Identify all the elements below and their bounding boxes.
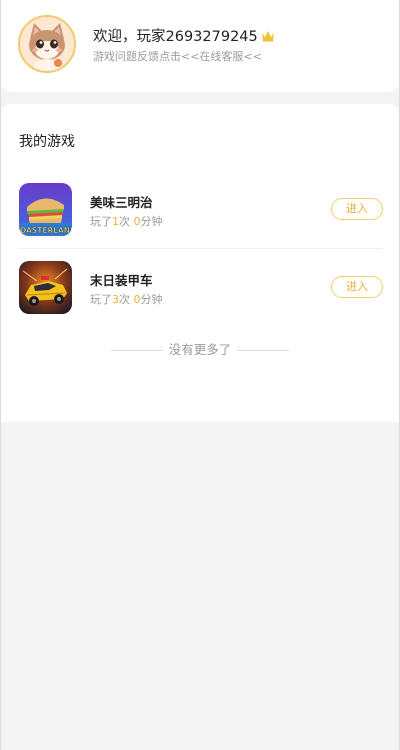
game-stats: 玩了1次 0分钟: [90, 213, 163, 229]
minutes-unit: 分钟: [140, 215, 163, 228]
page: 欢迎，玩家2693279245 游戏问题反馈点击<<在线客服<< 我的游戏 OA…: [0, 0, 400, 750]
count-unit: 次: [119, 293, 130, 306]
crown-icon: [261, 30, 274, 42]
sandwich-game-icon[interactable]: TOASTERLAND: [19, 183, 72, 236]
welcome-text: 欢迎，玩家2693279245: [93, 29, 258, 45]
enter-button[interactable]: 进入: [331, 198, 383, 220]
section-title: 我的游戏: [19, 134, 75, 150]
feedback-link[interactable]: 游戏问题反馈点击<<在线客服<<: [93, 48, 262, 64]
play-count: 1: [112, 215, 119, 228]
game-name: 末日装甲车: [90, 273, 153, 288]
my-games-card: 我的游戏 OASTERLAN 美味三明治 玩了1次 0分钟 进入 末日装甲车 玩…: [1, 104, 399, 422]
no-more-indicator: 没有更多了: [1, 339, 399, 358]
play-count: 3: [112, 293, 119, 306]
stats-prefix: 玩了: [90, 215, 112, 228]
play-minutes: 0: [133, 293, 141, 306]
game-row[interactable]: 末日装甲车 玩了3次 0分钟 进入: [1, 248, 399, 326]
stats-prefix: 玩了: [90, 293, 112, 306]
no-more-text: 没有更多了: [168, 342, 232, 357]
divider-line-right: [237, 350, 290, 351]
welcome-message: 欢迎，玩家2693279245: [93, 25, 275, 46]
game-stats: 玩了3次 0分钟: [90, 291, 163, 307]
enter-button[interactable]: 进入: [331, 276, 383, 298]
race-car-game-icon[interactable]: [19, 261, 72, 314]
user-header: 欢迎，玩家2693279245 游戏问题反馈点击<<在线客服<<: [1, 0, 399, 92]
play-minutes: 0: [133, 215, 141, 228]
game-row[interactable]: TOASTERLAND 美味三明治 玩了1次 0分钟 进入: [1, 170, 399, 248]
count-unit: 次: [119, 215, 130, 228]
cat-avatar-icon: [20, 17, 74, 71]
game-name: 美味三明治: [90, 195, 153, 210]
sandwich-icon-label: TOASTERLAND: [19, 226, 72, 235]
avatar[interactable]: [18, 15, 76, 73]
minutes-unit: 分钟: [140, 293, 163, 306]
divider-line-left: [110, 350, 163, 351]
